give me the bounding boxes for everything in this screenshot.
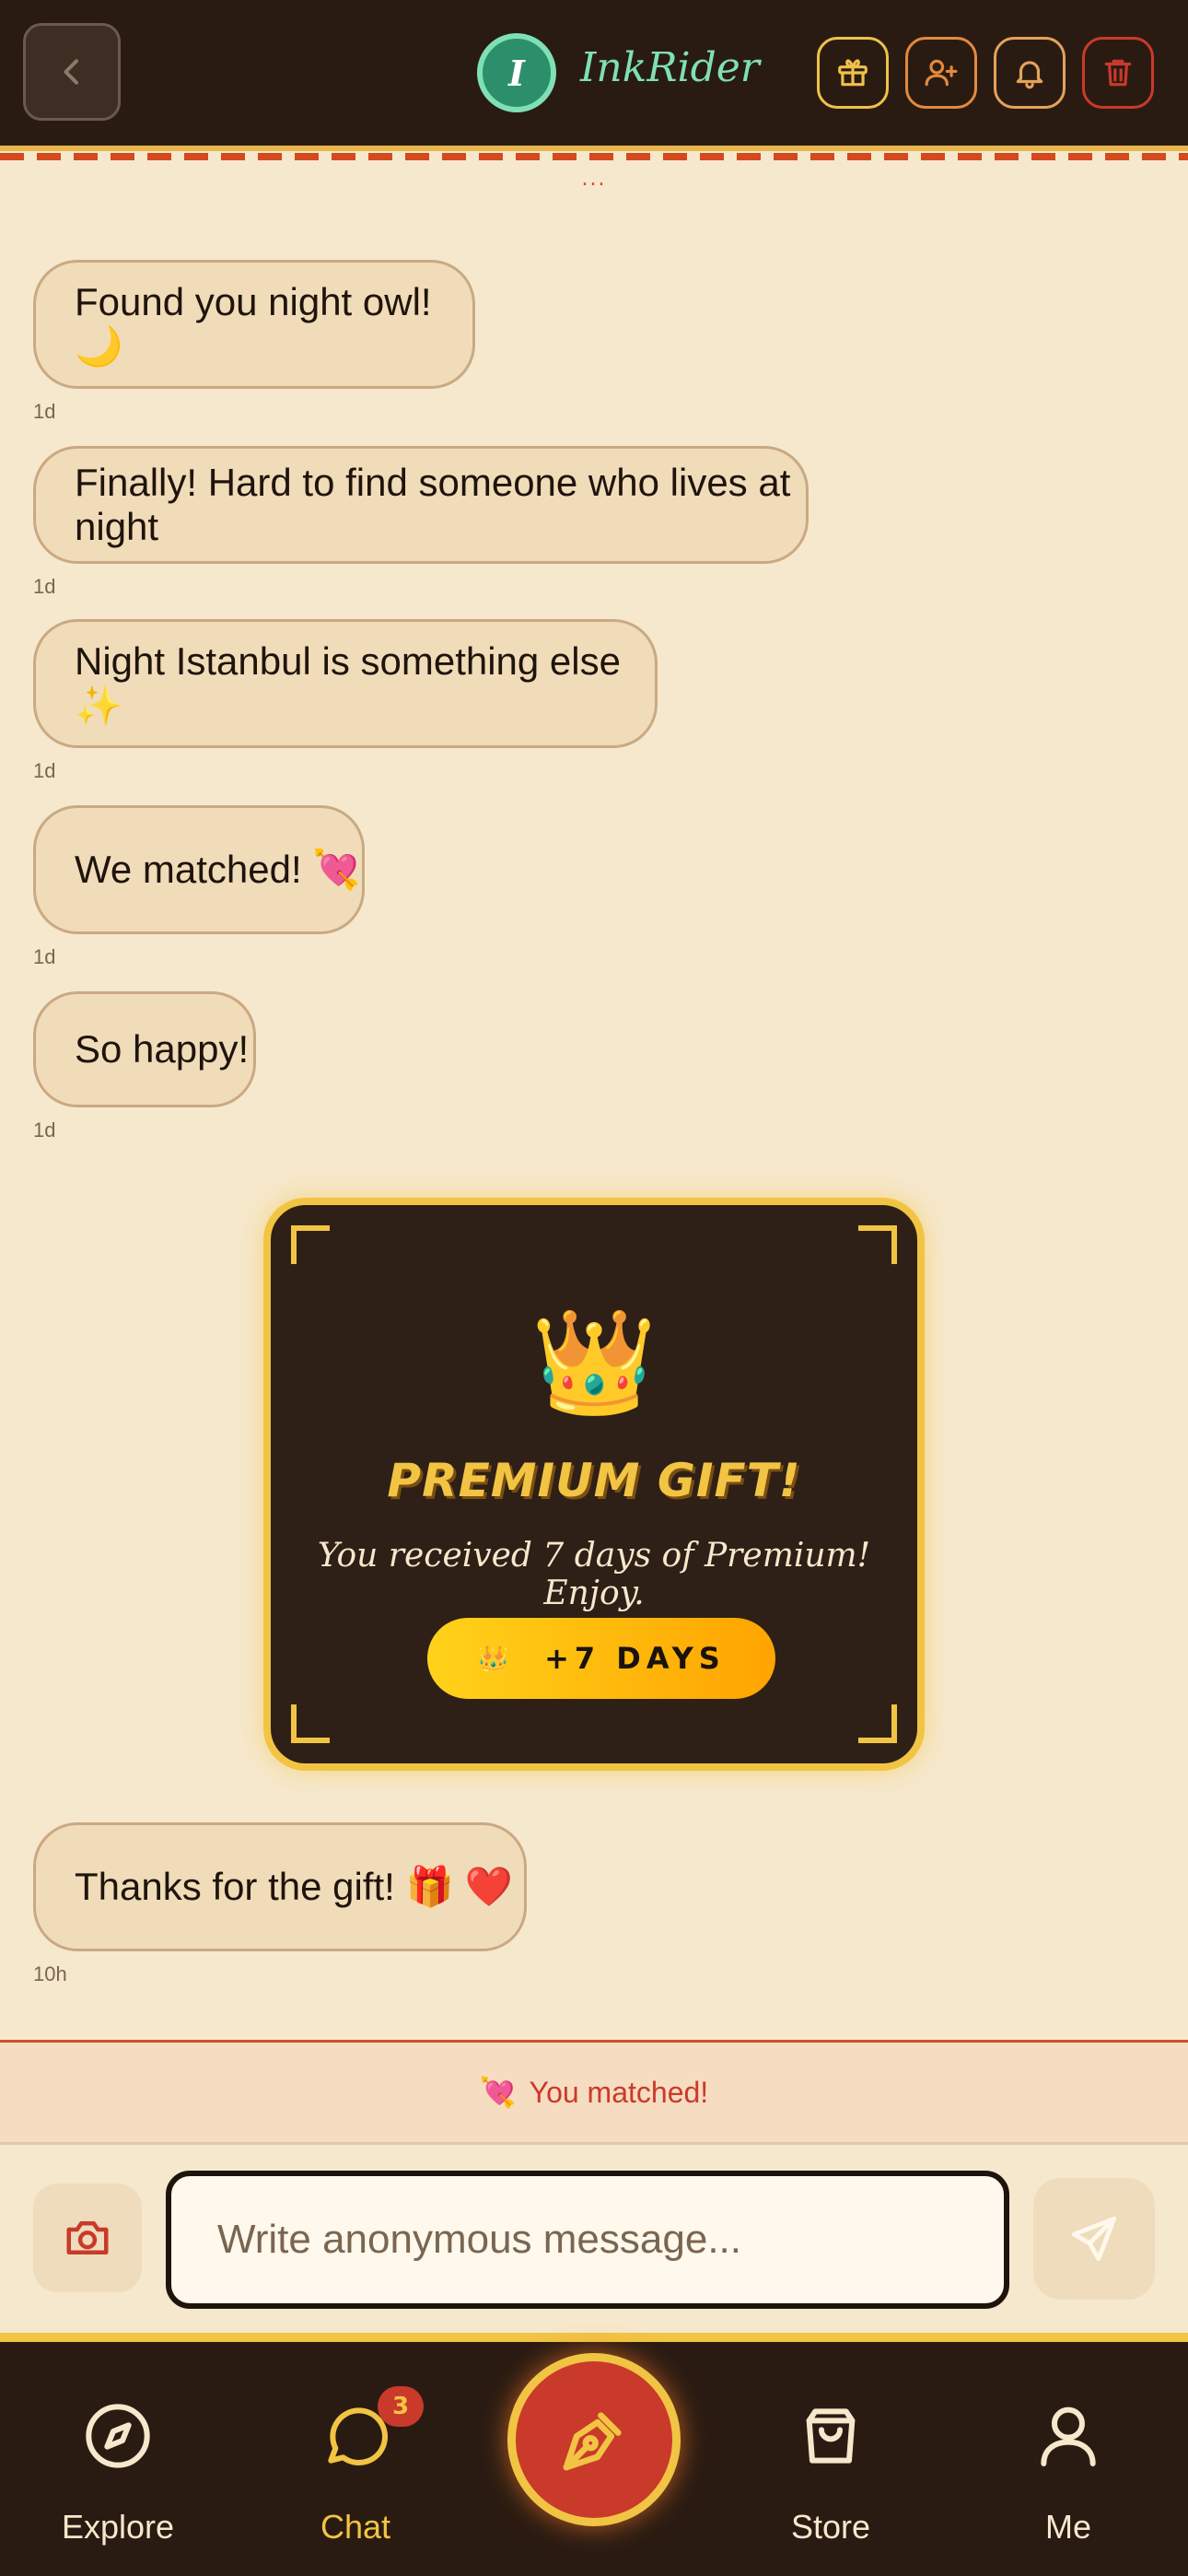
avatar-initial: I (508, 52, 525, 94)
avatar[interactable]: I (477, 33, 556, 112)
nav-item-store[interactable]: Store (739, 2342, 923, 2576)
gift-button[interactable] (817, 37, 889, 109)
nav-label: Chat (320, 2508, 391, 2546)
pen-nib-icon (563, 2412, 622, 2471)
message-bubble[interactable]: So happy! (33, 991, 256, 1107)
camera-icon (66, 2221, 109, 2254)
nav-item-explore[interactable]: Explore (26, 2342, 210, 2576)
compose-button[interactable] (507, 2353, 681, 2526)
send-icon (1071, 2216, 1117, 2262)
trash-icon (1104, 59, 1132, 87)
card-corner (858, 1225, 897, 1264)
message-time: 1d (33, 400, 56, 423)
card-corner (858, 1704, 897, 1743)
nav-item-me[interactable]: Me (976, 2342, 1160, 2576)
composer-divider (0, 2333, 1188, 2342)
chat-username[interactable]: InkRider (580, 44, 760, 91)
message-bubble[interactable]: Finally! Hard to find someone who lives … (33, 446, 809, 564)
nav-item-chat[interactable]: 3 Chat (263, 2342, 448, 2576)
premium-gift-subtitle: You received 7 days of Premium! Enjoy. (317, 1537, 871, 1612)
premium-days-label: +7 DAYS (544, 1641, 726, 1676)
compass-icon (79, 2397, 157, 2475)
message-time: 10h (33, 1962, 67, 1985)
premium-days-badge[interactable]: 👑 +7 DAYS (427, 1618, 775, 1699)
add-friend-icon (925, 59, 958, 87)
nav-label: Me (1044, 2508, 1091, 2546)
card-corner (291, 1704, 330, 1743)
crown-icon: 👑 (530, 1303, 658, 1421)
match-banner: 💘 You matched! (0, 2040, 1188, 2145)
message-input[interactable] (166, 2171, 1009, 2309)
bottom-nav: Explore 3 Chat Store Me (0, 2342, 1188, 2576)
delete-chat-button[interactable] (1082, 37, 1154, 109)
bell-icon (1016, 61, 1043, 89)
add-friend-button[interactable] (905, 37, 977, 109)
premium-gift-card: 👑 PREMIUM GIFT! You received 7 days of P… (263, 1198, 925, 1771)
message-bubble[interactable]: Found you night owl! 🌙 (33, 260, 475, 389)
back-button[interactable] (23, 23, 121, 121)
notifications-button[interactable] (994, 37, 1066, 109)
card-corner (291, 1225, 330, 1264)
typing-indicator: ... (581, 168, 607, 191)
heart-arrow-icon: 💘 (479, 2076, 517, 2109)
user-icon (1030, 2397, 1107, 2475)
message-bubble[interactable]: Night Istanbul is something else ✨ (33, 619, 658, 748)
gift-icon (838, 59, 868, 87)
match-banner-text: You matched! (529, 2075, 709, 2109)
message-time: 1d (33, 1118, 56, 1142)
message-bubble[interactable]: We matched! 💘 (33, 805, 365, 934)
message-time: 1d (33, 575, 56, 598)
send-button[interactable] (1033, 2178, 1155, 2300)
premium-gift-title: PREMIUM GIFT! (387, 1454, 801, 1507)
camera-button[interactable] (33, 2184, 142, 2292)
nav-label: Store (790, 2508, 871, 2546)
crown-icon: 👑 (477, 1643, 510, 1674)
top-bar: I InkRider (0, 0, 1188, 146)
header-divider (0, 146, 1188, 162)
unread-badge: 3 (378, 2386, 424, 2427)
nav-label: Explore (61, 2508, 175, 2546)
message-time: 1d (33, 759, 56, 782)
shopping-bag-icon (792, 2397, 869, 2475)
chevron-left-icon (64, 59, 78, 85)
message-bubble[interactable]: Thanks for the gift! 🎁 ❤️ (33, 1822, 527, 1951)
message-composer (0, 2145, 1188, 2336)
message-time: 1d (33, 945, 56, 968)
